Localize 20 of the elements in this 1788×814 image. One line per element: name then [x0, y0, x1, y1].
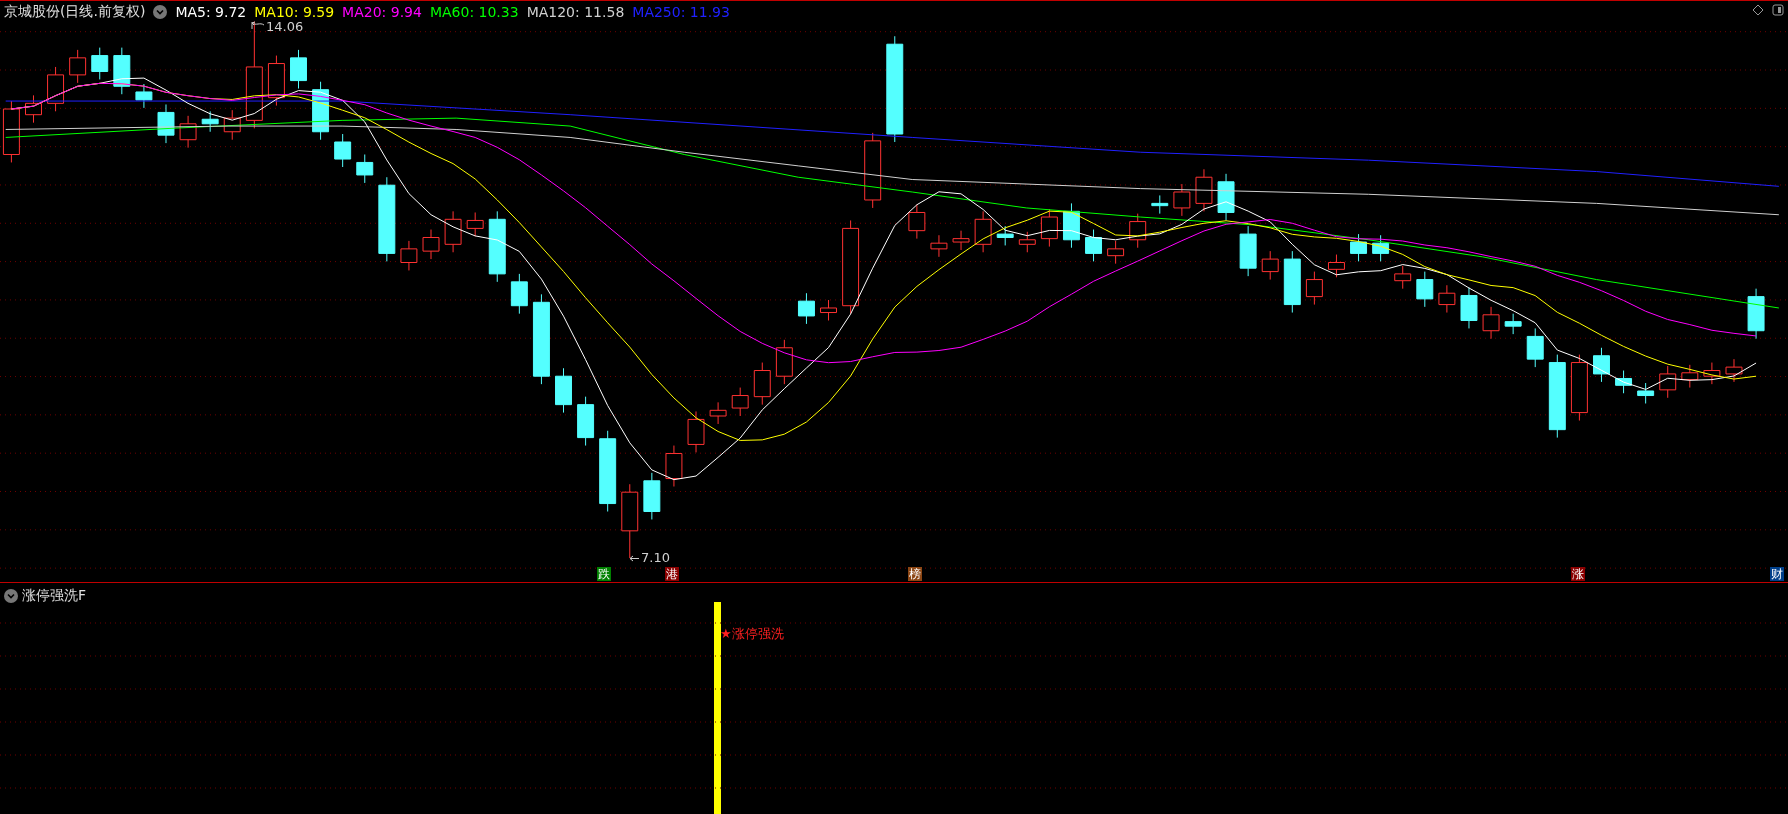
event-marker[interactable]: 港 [665, 567, 679, 581]
moving-average-value: MA250: 11.93 [632, 4, 730, 20]
indicator-title: 涨停强洗F [22, 587, 87, 605]
signal-label: ★涨停强洗 [720, 625, 784, 643]
chart-title: 京城股份(日线.前复权) [4, 3, 146, 21]
moving-average-value: MA10: 9.59 [254, 4, 335, 20]
dropdown-icon[interactable] [153, 5, 168, 19]
event-marker[interactable]: 跌 [597, 567, 611, 581]
moving-average-value: MA5: 9.72 [175, 4, 247, 20]
event-marker[interactable]: 财 [1770, 567, 1784, 581]
low-price-label: 7.10 [641, 550, 670, 565]
moving-average-value: MA20: 9.94 [342, 4, 422, 20]
dropdown-icon[interactable] [4, 589, 18, 603]
panel-toggle-icon[interactable] [1772, 4, 1784, 16]
moving-average-value: MA120: 11.58 [526, 4, 625, 20]
event-marker[interactable]: 涨 [1571, 567, 1585, 581]
high-price-label: 14.06 [266, 19, 304, 34]
diamond-icon[interactable] [1752, 4, 1764, 16]
moving-average-value: MA60: 10.33 [429, 4, 519, 20]
event-marker[interactable]: 榜 [908, 567, 922, 581]
